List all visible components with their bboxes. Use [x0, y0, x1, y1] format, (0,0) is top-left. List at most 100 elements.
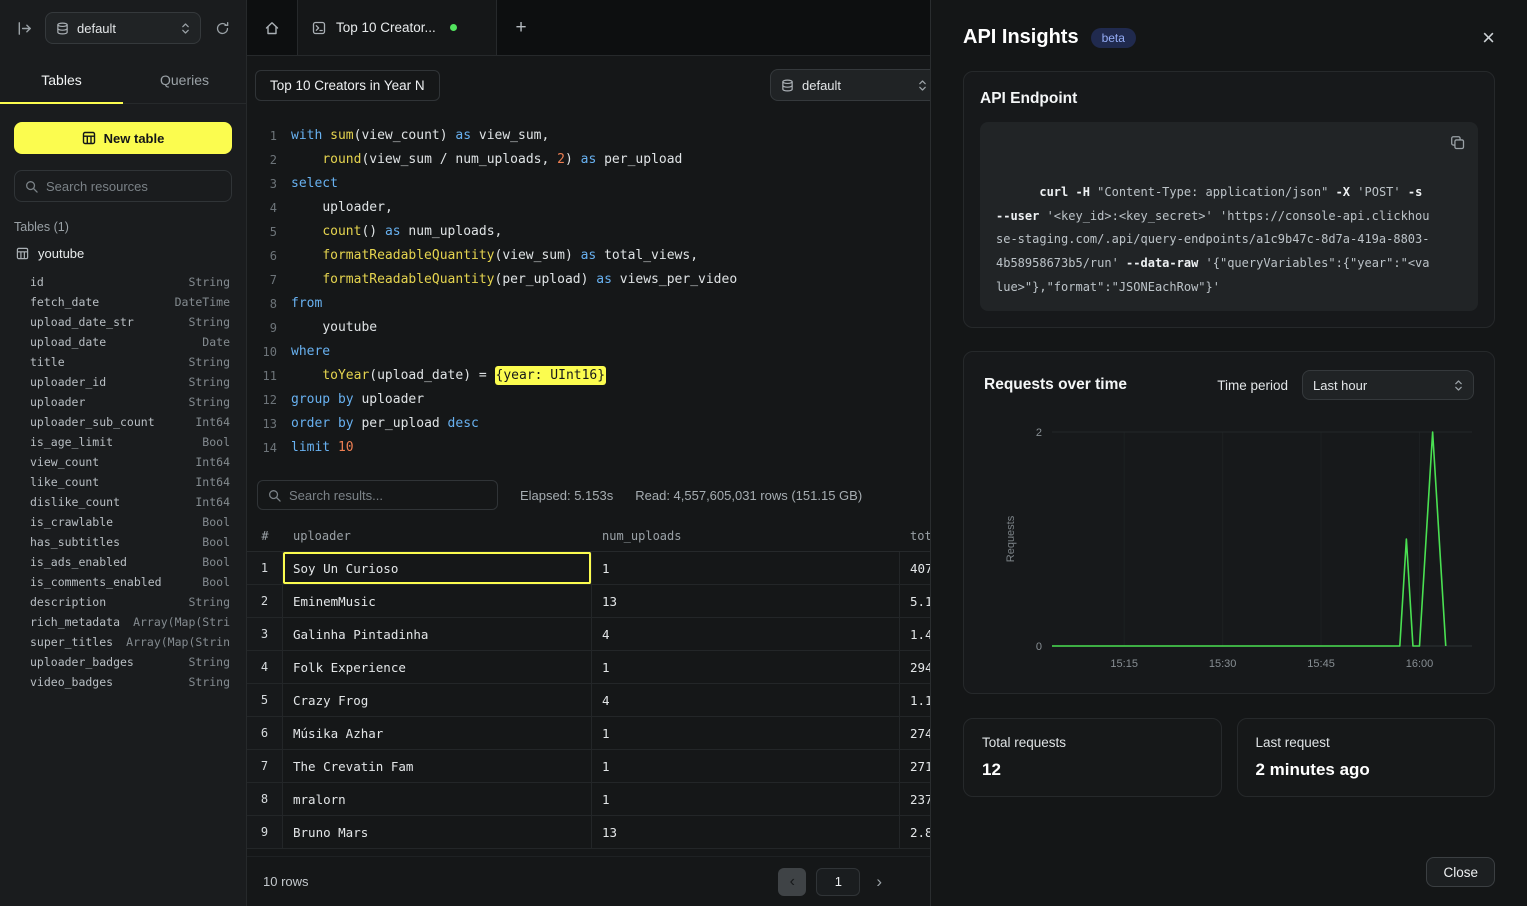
- table-cell[interactable]: 1.1: [900, 684, 930, 716]
- table-cell[interactable]: Folk Experience: [283, 651, 592, 683]
- line-number: 13: [247, 412, 277, 436]
- panel-title: API Insights: [963, 26, 1079, 49]
- code-line: 14limit 10: [247, 436, 930, 460]
- column-item: dislike_countInt64: [0, 492, 246, 512]
- table-row[interactable]: 6Músika Azhar1274: [247, 717, 930, 750]
- table-row[interactable]: 9Bruno Mars132.8: [247, 816, 930, 849]
- tab-tables[interactable]: Tables: [0, 56, 123, 103]
- table-cell[interactable]: 274: [900, 717, 930, 749]
- code-line: 13order by per_upload desc: [247, 412, 930, 436]
- database-selector[interactable]: default: [45, 12, 201, 44]
- column-type: String: [188, 392, 230, 412]
- row-count-label: 10 rows: [263, 874, 309, 889]
- results-search-input[interactable]: [289, 488, 487, 503]
- total-requests-label: Total requests: [982, 735, 1203, 750]
- line-number: 5: [247, 220, 277, 244]
- sql-editor[interactable]: 1with sum(view_count) as view_sum,2 roun…: [247, 114, 930, 472]
- new-table-button[interactable]: New table: [14, 122, 232, 154]
- column-name: is_crawlable: [30, 512, 113, 532]
- query-title[interactable]: Top 10 Creators in Year N: [255, 70, 440, 101]
- run-database-value: default: [802, 78, 841, 93]
- table-cell[interactable]: 271: [900, 750, 930, 782]
- current-page-indicator[interactable]: 1: [816, 868, 860, 896]
- column-item: like_countInt64: [0, 472, 246, 492]
- home-icon: [264, 20, 280, 36]
- previous-page-button[interactable]: ‹: [778, 868, 806, 896]
- column-item: upload_dateDate: [0, 332, 246, 352]
- table-row[interactable]: 1Soy Un Curioso1407: [247, 552, 930, 585]
- header-uploader[interactable]: uploader: [283, 529, 592, 543]
- table-cell[interactable]: 1: [592, 783, 900, 815]
- table-cell[interactable]: 237: [900, 783, 930, 815]
- table-name: youtube: [38, 246, 84, 261]
- table-cell[interactable]: Músika Azhar: [283, 717, 592, 749]
- header-total-views[interactable]: tot: [900, 529, 930, 543]
- column-item: uploader_idString: [0, 372, 246, 392]
- column-type: Array(Map(Strin: [126, 632, 230, 652]
- sidebar-item-youtube-table[interactable]: youtube: [0, 240, 246, 266]
- column-name: title: [30, 352, 65, 372]
- column-item: fetch_dateDateTime: [0, 292, 246, 312]
- table-row[interactable]: 5Crazy Frog41.1: [247, 684, 930, 717]
- line-number: 2: [247, 148, 277, 172]
- table-cell[interactable]: 294: [900, 651, 930, 683]
- row-number: 4: [247, 651, 283, 683]
- code-line: 7 formatReadableQuantity(per_upload) as …: [247, 268, 930, 292]
- table-row[interactable]: 4Folk Experience1294: [247, 651, 930, 684]
- column-item: idString: [0, 272, 246, 292]
- table-cell[interactable]: Crazy Frog: [283, 684, 592, 716]
- close-panel-icon[interactable]: ×: [1482, 27, 1495, 49]
- copy-icon[interactable]: [1450, 135, 1465, 150]
- table-cell[interactable]: 407: [900, 552, 930, 584]
- column-type: Int64: [195, 452, 230, 472]
- line-number: 1: [247, 124, 277, 148]
- table-cell[interactable]: 5.1: [900, 585, 930, 617]
- table-cell[interactable]: EminemMusic: [283, 585, 592, 617]
- query-header: Top 10 Creators in Year N default: [247, 56, 930, 114]
- table-cell[interactable]: 4: [592, 618, 900, 650]
- table-cell[interactable]: 4: [592, 684, 900, 716]
- query-tabstrip: Top 10 Creator... +: [247, 0, 930, 56]
- table-cell[interactable]: 13: [592, 585, 900, 617]
- table-cell[interactable]: 13: [592, 816, 900, 848]
- next-page-button[interactable]: ›: [870, 872, 888, 892]
- run-database-selector[interactable]: default: [770, 69, 930, 101]
- table-cell[interactable]: 1: [592, 750, 900, 782]
- table-cell[interactable]: 1: [592, 651, 900, 683]
- table-cell[interactable]: Soy Un Curioso: [283, 552, 592, 584]
- line-number: 9: [247, 316, 277, 340]
- panel-footer: Close: [963, 857, 1495, 906]
- column-name: uploader_sub_count: [30, 412, 155, 432]
- table-cell[interactable]: 2.8: [900, 816, 930, 848]
- column-item: descriptionString: [0, 592, 246, 612]
- table-row[interactable]: 2EminemMusic135.1: [247, 585, 930, 618]
- query-tab[interactable]: Top 10 Creator...: [297, 0, 497, 55]
- table-row[interactable]: 8mralorn1237: [247, 783, 930, 816]
- table-cell[interactable]: mralorn: [283, 783, 592, 815]
- table-row[interactable]: 3Galinha Pintadinha41.4: [247, 618, 930, 651]
- table-row[interactable]: 7The Crevatin Fam1271: [247, 750, 930, 783]
- resource-search-input[interactable]: [46, 179, 221, 194]
- time-period-selector[interactable]: Last hour: [1302, 370, 1474, 400]
- results-search: [257, 480, 498, 510]
- table-cell[interactable]: 1.4: [900, 618, 930, 650]
- new-tab-button[interactable]: +: [497, 0, 545, 55]
- refresh-icon[interactable]: [210, 16, 234, 40]
- home-button[interactable]: [247, 0, 297, 55]
- collapse-sidebar-icon[interactable]: [12, 16, 36, 40]
- header-num-uploads[interactable]: num_uploads: [592, 529, 900, 543]
- row-number: 6: [247, 717, 283, 749]
- column-type: String: [188, 372, 230, 392]
- tab-queries[interactable]: Queries: [123, 56, 246, 103]
- search-icon: [268, 489, 281, 502]
- table-cell[interactable]: The Crevatin Fam: [283, 750, 592, 782]
- results-body: 1Soy Un Curioso14072EminemMusic135.13Gal…: [247, 552, 930, 849]
- table-cell[interactable]: Galinha Pintadinha: [283, 618, 592, 650]
- column-type: String: [188, 312, 230, 332]
- table-cell[interactable]: Bruno Mars: [283, 816, 592, 848]
- table-cell[interactable]: 1: [592, 717, 900, 749]
- column-item: super_titlesArray(Map(Strin: [0, 632, 246, 652]
- curl-command: curl -H "Content-Type: application/json"…: [980, 122, 1478, 311]
- table-cell[interactable]: 1: [592, 552, 900, 584]
- close-button[interactable]: Close: [1426, 857, 1495, 887]
